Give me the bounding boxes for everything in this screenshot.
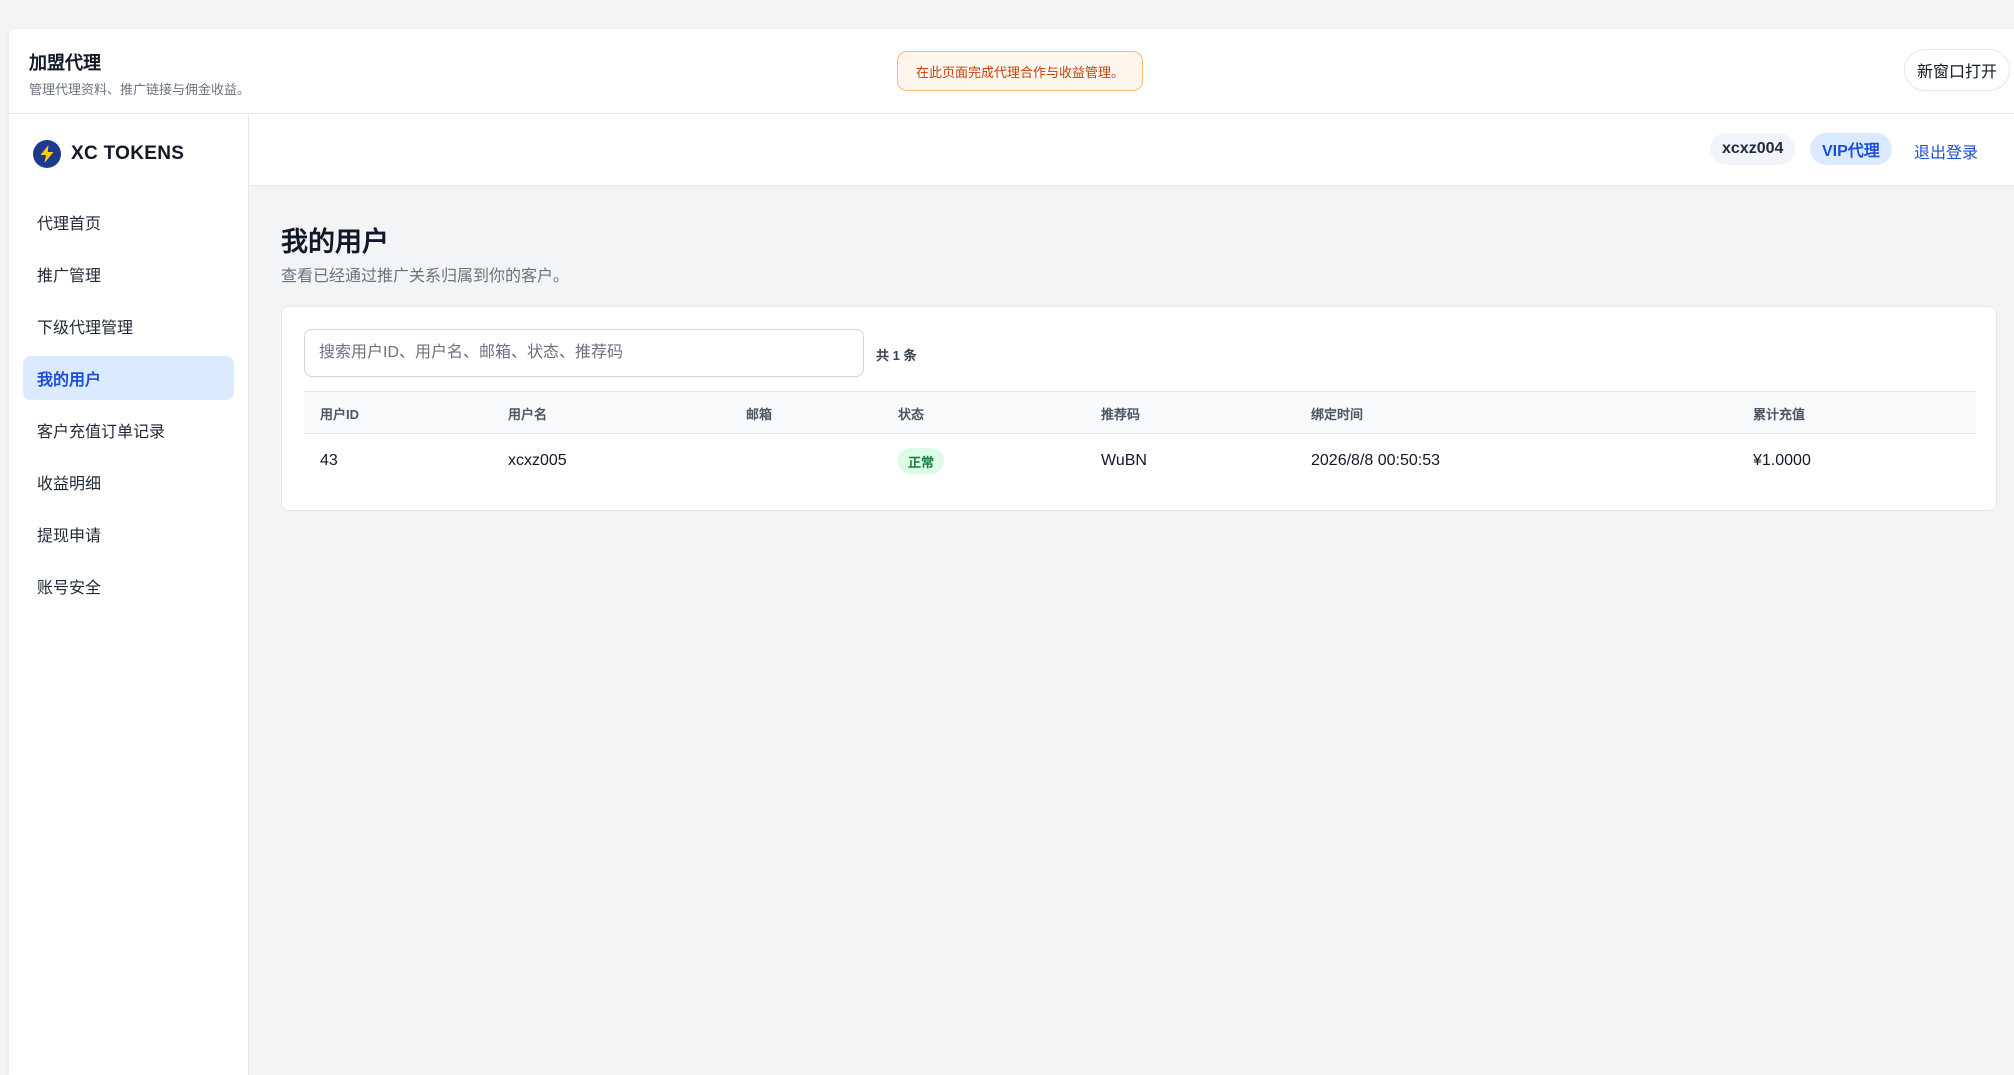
cell-total-recharge: ¥1.0000	[1753, 452, 1811, 469]
page-subtitle: 查看已经通过推广关系归属到你的客户。	[281, 268, 570, 285]
users-table: 用户ID 用户名 邮箱 状态 推荐码 绑定时间 累计充值 43 xcxz005 …	[304, 391, 1976, 488]
brand[interactable]: XC TOKENS	[33, 140, 184, 168]
column-header-total-recharge[interactable]: 累计充值	[1753, 392, 1805, 435]
app-window: 加盟代理 管理代理资料、推广链接与佣金收益。 在此页面完成代理合作与收益管理。 …	[9, 29, 2014, 1075]
sidebar-item-promotion[interactable]: 推广管理	[23, 252, 234, 296]
content-header: xcxz004 VIP代理 退出登录	[249, 114, 2014, 186]
sidebar: XC TOKENS 代理首页 推广管理 下级代理管理 我的用户 客户充值订单记录…	[9, 114, 249, 1075]
notice-banner: 在此页面完成代理合作与收益管理。	[897, 51, 1143, 91]
sidebar-item-agent-home[interactable]: 代理首页	[23, 200, 234, 244]
table-header: 用户ID 用户名 邮箱 状态 推荐码 绑定时间 累计充值	[304, 391, 1976, 434]
column-header-status[interactable]: 状态	[898, 392, 924, 435]
level-badge: VIP代理	[1810, 133, 1892, 165]
sidebar-nav: 代理首页 推广管理 下级代理管理 我的用户 客户充值订单记录 收益明细 提现申请…	[23, 200, 234, 616]
brand-name: XC TOKENS	[71, 143, 185, 164]
result-count: 共 1 条	[876, 348, 917, 363]
cell-referral-code: WuBN	[1101, 452, 1147, 469]
main-content: 我的用户 查看已经通过推广关系归属到你的客户。 共 1 条 用户ID 用户名 邮…	[249, 186, 2014, 1075]
table-row[interactable]: 43 xcxz005 正常 WuBN 2026/8/8 00:50:53 ¥1.…	[304, 434, 1976, 488]
column-header-email[interactable]: 邮箱	[746, 392, 772, 435]
top-header: 加盟代理 管理代理资料、推广链接与佣金收益。 在此页面完成代理合作与收益管理。 …	[9, 29, 2014, 114]
column-header-referral-code[interactable]: 推荐码	[1101, 392, 1140, 435]
sidebar-item-withdraw[interactable]: 提现申请	[23, 512, 234, 556]
sidebar-item-earnings[interactable]: 收益明细	[23, 460, 234, 504]
users-card: 共 1 条 用户ID 用户名 邮箱 状态 推荐码 绑定时间 累计充值 43 xc…	[281, 306, 1997, 511]
column-header-username[interactable]: 用户名	[508, 392, 547, 435]
open-new-window-button[interactable]: 新窗口打开	[1904, 49, 2010, 91]
lightning-icon	[33, 140, 61, 168]
sidebar-item-sub-agents[interactable]: 下级代理管理	[23, 304, 234, 348]
column-header-user-id[interactable]: 用户ID	[320, 392, 359, 435]
sidebar-item-recharge-orders[interactable]: 客户充值订单记录	[23, 408, 234, 452]
cell-username: xcxz005	[508, 452, 567, 469]
cell-status: 正常	[898, 434, 945, 488]
status-badge: 正常	[898, 448, 945, 474]
username-badge: xcxz004	[1710, 133, 1796, 165]
cell-user-id: 43	[320, 452, 338, 469]
cell-bind-time: 2026/8/8 00:50:53	[1311, 452, 1441, 469]
page-title: 我的用户	[281, 227, 389, 257]
header-subtitle: 管理代理资料、推广链接与佣金收益。	[29, 82, 251, 97]
search-input[interactable]	[304, 329, 864, 377]
logout-link[interactable]: 退出登录	[1914, 139, 1978, 163]
header-title: 加盟代理	[29, 53, 101, 73]
column-header-bind-time[interactable]: 绑定时间	[1311, 392, 1363, 435]
sidebar-item-account-security[interactable]: 账号安全	[23, 564, 234, 608]
sidebar-item-my-users[interactable]: 我的用户	[23, 356, 234, 400]
